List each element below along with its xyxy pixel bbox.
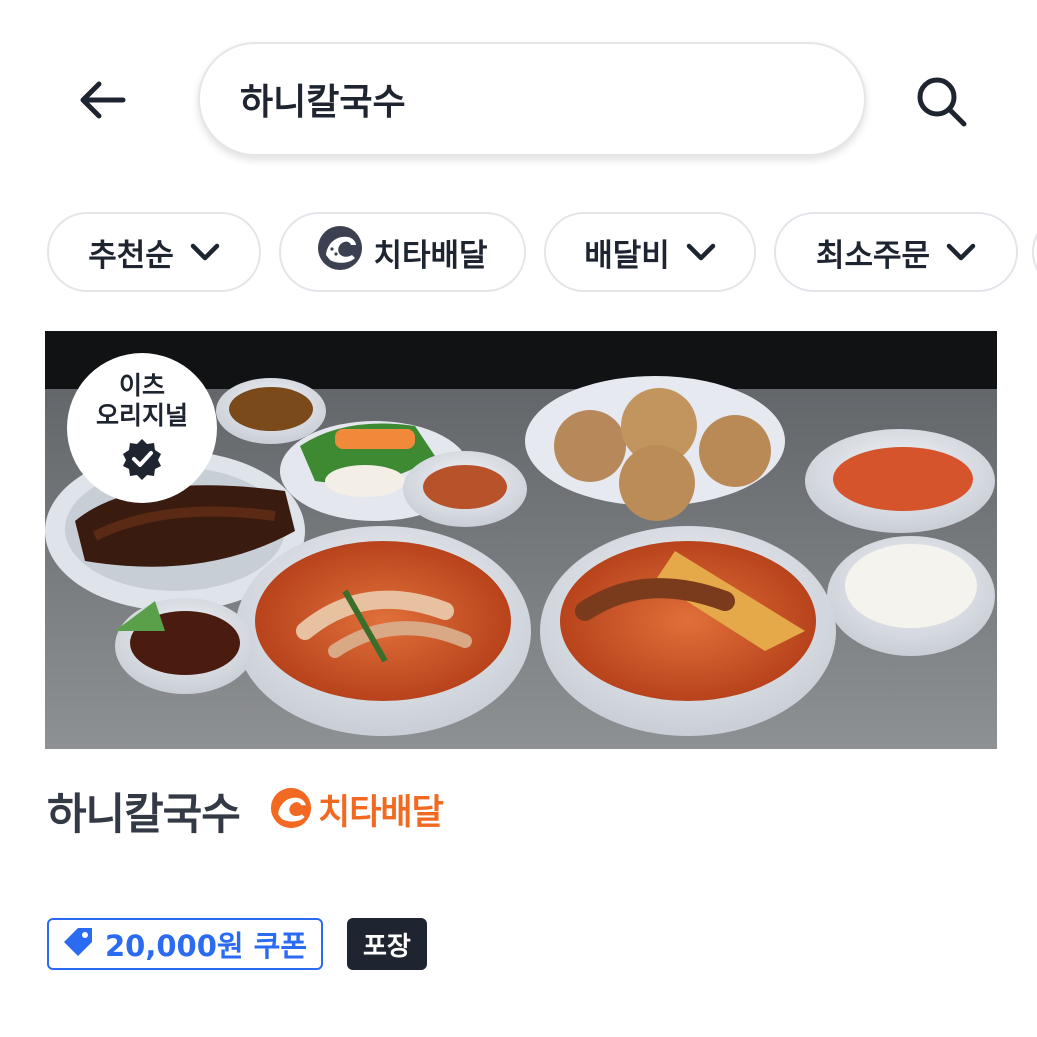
coupon-badge[interactable]: 20,000원 쿠폰: [47, 918, 324, 970]
filter-sort[interactable]: 추천순: [47, 212, 261, 292]
chevron-down-icon: [946, 242, 976, 262]
chevron-down-icon: [686, 242, 716, 262]
restaurant-card[interactable]: 이츠 오리지널: [45, 331, 997, 749]
search-box[interactable]: [198, 42, 866, 156]
cheetah-icon: [270, 787, 312, 833]
cheetah-tag-label: 치타배달: [318, 793, 444, 833]
cheetah-icon: [317, 225, 363, 279]
filter-cheetah[interactable]: 치타배달: [279, 212, 526, 292]
filter-cheetah-label: 치타배달: [373, 237, 488, 274]
tag-icon: [61, 925, 95, 963]
chevron-down-icon: [190, 242, 220, 262]
filter-delivery-fee[interactable]: 배달비: [544, 212, 756, 292]
search-input[interactable]: [240, 78, 800, 120]
search-button[interactable]: [906, 66, 978, 138]
filter-bar: 추천순 치타배달 배달비 최소주문: [47, 212, 1037, 294]
coupon-label: 20,000원 쿠폰: [105, 929, 308, 963]
badge-line-1: 이츠: [118, 371, 165, 400]
filter-more-chip[interactable]: [1032, 212, 1037, 292]
arrow-left-icon: [80, 81, 126, 119]
pickup-badge: 포장: [347, 918, 427, 970]
search-icon: [917, 77, 967, 127]
badge-line-2: 오리지널: [95, 401, 188, 430]
filter-min-order-label: 최소주문: [815, 237, 931, 274]
filter-min-order[interactable]: 최소주문: [774, 212, 1018, 292]
verified-check-icon: [120, 437, 164, 485]
pickup-label: 포장: [363, 931, 411, 962]
filter-delivery-fee-label: 배달비: [584, 237, 670, 274]
cheetah-delivery-tag: 치타배달: [270, 784, 444, 835]
back-button[interactable]: [70, 68, 134, 132]
eats-original-badge: 이츠 오리지널: [67, 353, 217, 503]
filter-sort-label: 추천순: [88, 237, 174, 274]
restaurant-name[interactable]: 하니칼국수: [47, 780, 241, 842]
